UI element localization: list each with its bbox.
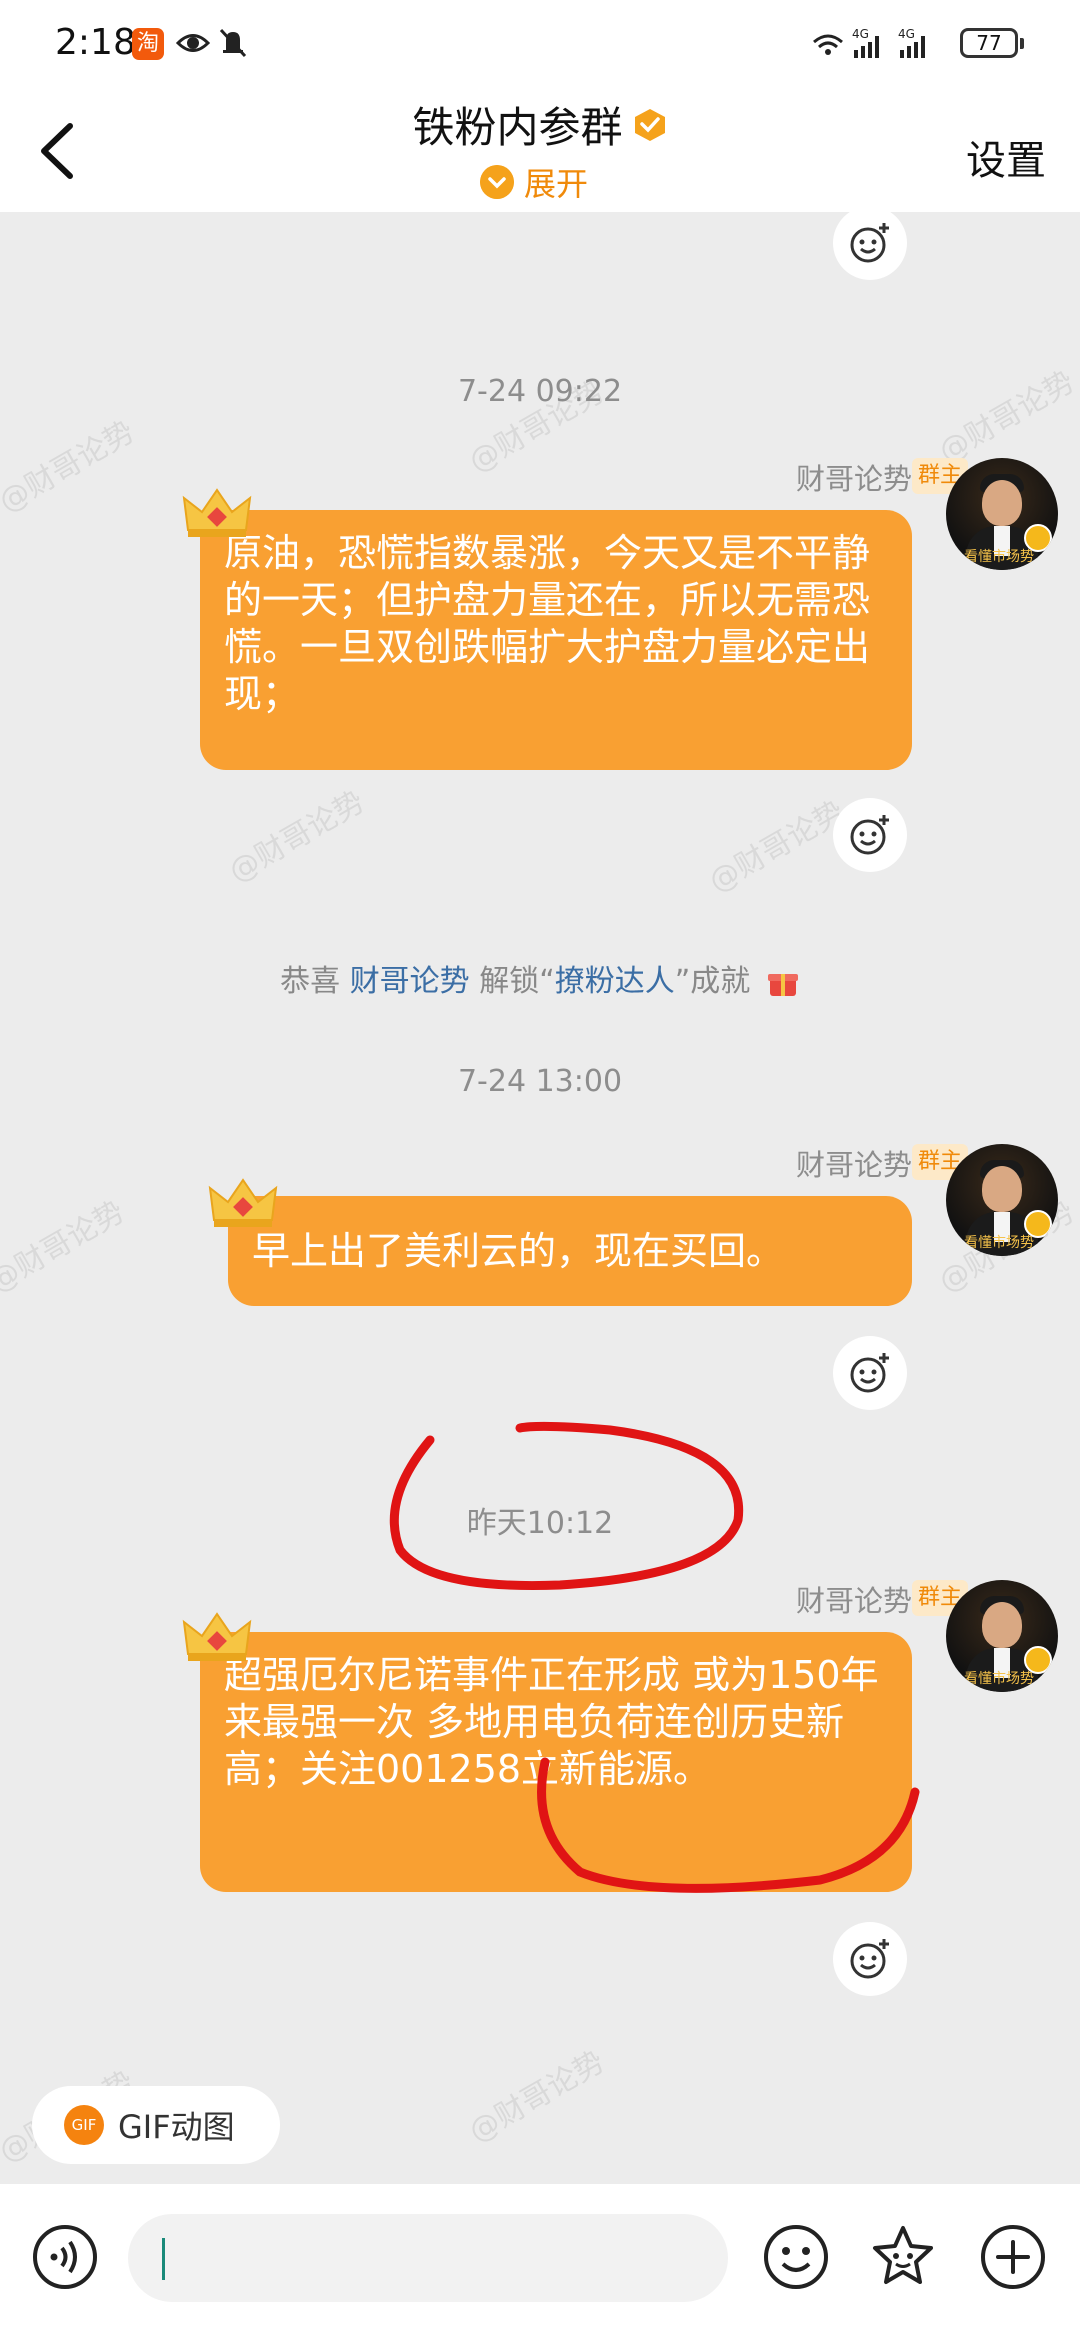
sender-name: 财哥论势: [795, 1584, 912, 1618]
gif-icon: GIF: [64, 2105, 104, 2145]
voice-icon[interactable]: [32, 2224, 98, 2290]
avatar-caption: 看懂市场势: [964, 549, 1034, 565]
sender-name: 财哥论势: [795, 1148, 912, 1182]
message-bubble[interactable]: 原油，恐慌指数暴涨，今天又是不平静的一天；但护盘力量还在，所以无需恐慌。一旦双创…: [200, 510, 912, 770]
message-bubble[interactable]: 早上出了美利云的，现在买回。: [228, 1196, 912, 1306]
svg-text:4G: 4G: [898, 27, 915, 41]
plus-icon[interactable]: [980, 2224, 1046, 2290]
emoji-icon[interactable]: [763, 2224, 829, 2290]
system-user-link[interactable]: 财哥论势: [350, 964, 470, 999]
message-text: 原油，恐慌指数暴涨，今天又是不平静的一天；但护盘力量还在，所以无需恐慌。一旦双创…: [224, 531, 871, 716]
avatar-caption: 看懂市场势: [964, 1671, 1034, 1687]
emoji-react-button[interactable]: [833, 212, 907, 280]
battery-indicator: 77: [960, 28, 1024, 58]
text-caret: [162, 2238, 165, 2280]
message-bubble[interactable]: 超强厄尔尼诺事件正在形成 或为150年来最强一次 多地用电负荷连创历史新高；关注…: [200, 1632, 912, 1892]
avatar[interactable]: 看懂市场势: [946, 1144, 1058, 1256]
emoji-react-button[interactable]: [833, 1922, 907, 1996]
emoji-react-button[interactable]: [833, 798, 907, 872]
timestamp: 7-24 09:22: [457, 374, 623, 409]
sender-name: 财哥论势: [795, 462, 912, 496]
watermark: @财哥论势: [703, 794, 851, 900]
crown-icon: [182, 1612, 252, 1661]
expand-button[interactable]: 展开: [480, 162, 589, 203]
message-list[interactable]: @财哥论势 @财哥论势 @财哥论势 @财哥论势 @财哥论势 @财哥论势 @财哥论…: [0, 212, 1080, 2184]
input-bar: [0, 2184, 1080, 2331]
sticker-icon[interactable]: [870, 2224, 936, 2290]
gift-icon: [767, 973, 798, 996]
timestamp: 昨天10:12: [466, 1506, 614, 1541]
eye-icon: [176, 34, 210, 52]
system-message: 恭喜 财哥论势 解锁“撩粉达人”成就: [0, 956, 1080, 1000]
signal-icons: 4G 4G: [813, 27, 925, 58]
emoji-react-button[interactable]: [833, 1336, 907, 1410]
chevron-down-icon: [480, 165, 514, 199]
gif-label: GIF动图: [118, 2108, 235, 2146]
timestamp: 7-24 13:00: [457, 1064, 623, 1099]
message-text: 超强厄尔尼诺事件正在形成 或为150年来最强一次 多地用电负荷连创历史新高；关注…: [224, 1653, 879, 1791]
emoji-react-icon: [850, 223, 889, 263]
watermark: @财哥论势: [223, 784, 371, 890]
gif-button[interactable]: GIF GIF动图: [32, 2086, 280, 2164]
expand-label: 展开: [524, 165, 589, 203]
verified-badge-icon: [634, 108, 665, 141]
message-text: 早上出了美利云的，现在买回。: [252, 1229, 785, 1273]
clock: 2:18: [55, 22, 136, 63]
watermark: @财哥论势: [463, 2044, 611, 2150]
emoji-react-icon: [850, 1353, 889, 1393]
title-row: 铁粉内参群: [0, 94, 1080, 155]
chat-header: 铁粉内参群 展开 设置: [0, 88, 1080, 212]
achievement-name[interactable]: 撩粉达人: [555, 964, 675, 999]
group-title: 铁粉内参群: [412, 103, 623, 152]
emoji-react-icon: [850, 815, 889, 855]
watermark: @财哥论势: [0, 1194, 131, 1300]
crown-icon: [208, 1178, 278, 1227]
emoji-react-icon: [850, 1939, 889, 1979]
mute-bell-icon: [219, 28, 247, 58]
crown-icon: [182, 488, 252, 537]
avatar[interactable]: 看懂市场势: [946, 1580, 1058, 1692]
settings-button[interactable]: 设置: [966, 128, 1046, 186]
watermark: @财哥论势: [0, 414, 141, 520]
svg-text:4G: 4G: [852, 27, 869, 41]
avatar[interactable]: 看懂市场势: [946, 458, 1058, 570]
message-input[interactable]: [128, 2214, 728, 2302]
avatar-caption: 看懂市场势: [964, 1235, 1034, 1251]
status-bar: 2:18 淘 4G 4G 77: [0, 0, 1080, 88]
taobao-notification-icon: 淘: [132, 28, 164, 60]
